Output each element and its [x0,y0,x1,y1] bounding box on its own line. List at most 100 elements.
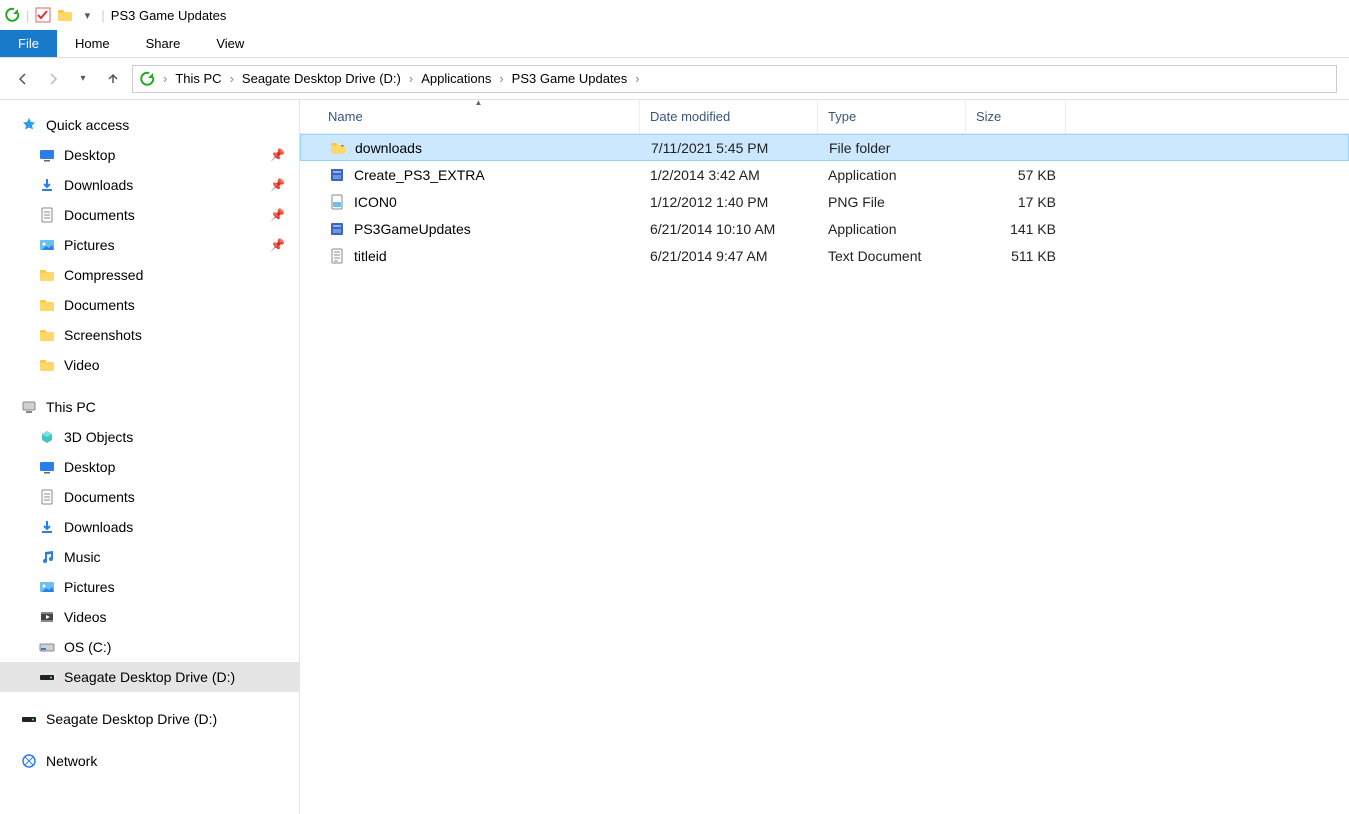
video-icon [38,608,56,626]
tree-label: Downloads [64,519,133,535]
tree-seagate-drive[interactable]: Seagate Desktop Drive (D:) [0,704,299,734]
recent-dropdown-icon[interactable]: ▾ [72,68,94,90]
navigation-bar: ▾ › This PC › Seagate Desktop Drive (D:)… [0,58,1349,100]
column-name[interactable]: ▲ Name [318,100,640,133]
network-icon [20,752,38,770]
column-date[interactable]: Date modified [640,100,818,133]
file-type: Application [818,221,966,237]
file-size: 511 KB [966,248,1066,264]
file-row[interactable]: Create_PS3_EXTRA1/2/2014 3:42 AMApplicat… [300,161,1349,188]
up-button[interactable] [102,68,124,90]
file-type: PNG File [818,194,966,210]
back-button[interactable] [12,68,34,90]
download-icon [38,518,56,536]
qat-folder-icon[interactable] [57,7,73,23]
chevron-right-icon[interactable]: › [159,71,171,86]
file-size: 141 KB [966,221,1066,237]
tree-item[interactable]: Screenshots [0,320,299,350]
chevron-right-icon[interactable]: › [631,71,643,86]
column-headers: ▲ Name Date modified Type Size [300,100,1349,134]
tree-item[interactable]: 3D Objects [0,422,299,452]
forward-button[interactable] [42,68,64,90]
tree-item[interactable]: Documents [0,482,299,512]
chevron-right-icon[interactable]: › [226,71,238,86]
breadcrumb-segment[interactable]: This PC [175,71,221,86]
pin-icon: 📌 [270,238,285,252]
app-icon [328,166,346,184]
file-row[interactable]: downloads7/11/2021 5:45 PMFile folder [300,134,1349,161]
file-row[interactable]: ICON01/12/2012 1:40 PMPNG File17 KB [300,188,1349,215]
column-type[interactable]: Type [818,100,966,133]
tree-label: Seagate Desktop Drive (D:) [46,711,217,727]
tab-home[interactable]: Home [57,30,128,57]
tab-share[interactable]: Share [128,30,199,57]
download-icon [38,176,56,194]
pictures-icon [38,236,56,254]
file-row[interactable]: PS3GameUpdates6/21/2014 10:10 AMApplicat… [300,215,1349,242]
folder-dl-icon [329,139,347,157]
file-size: 17 KB [966,194,1066,210]
tree-label: Pictures [64,579,115,595]
file-name: titleid [354,248,387,264]
tree-label: Documents [64,297,135,313]
pin-icon: 📌 [270,148,285,162]
tree-label: 3D Objects [64,429,133,445]
tree-label: Documents [64,489,135,505]
tab-view[interactable]: View [198,30,262,57]
tree-item[interactable]: Pictures [0,572,299,602]
chevron-right-icon[interactable]: › [495,71,507,86]
tree-item[interactable]: Seagate Desktop Drive (D:) [0,662,299,692]
tree-item[interactable]: Music [0,542,299,572]
tree-label: Seagate Desktop Drive (D:) [64,669,235,685]
tree-item[interactable]: Compressed [0,260,299,290]
hdd-icon [38,668,56,686]
tree-item[interactable]: OS (C:) [0,632,299,662]
tree-item[interactable]: Videos [0,602,299,632]
location-icon [139,71,155,87]
folder-icon [38,326,56,344]
tree-item[interactable]: Downloads📌 [0,170,299,200]
breadcrumb-segment[interactable]: Seagate Desktop Drive (D:) [242,71,401,86]
tree-item[interactable]: Desktop [0,452,299,482]
pin-icon: 📌 [270,208,285,222]
tree-network[interactable]: Network [0,746,299,776]
file-name: downloads [355,140,422,156]
file-type: Application [818,167,966,183]
breadcrumb-segment[interactable]: PS3 Game Updates [512,71,628,86]
qat-dropdown-icon[interactable]: ▾ [79,7,95,23]
title-bar: | ▾ | PS3 Game Updates [0,0,1349,30]
drive-icon [38,638,56,656]
tab-file[interactable]: File [0,30,57,57]
tree-item[interactable]: Video [0,350,299,380]
column-size[interactable]: Size [966,100,1066,133]
tree-quick-access[interactable]: Quick access [0,110,299,140]
file-row[interactable]: titleid6/21/2014 9:47 AMText Document511… [300,242,1349,269]
file-size: 57 KB [966,167,1066,183]
tree-item[interactable]: Pictures📌 [0,230,299,260]
chevron-right-icon[interactable]: › [405,71,417,86]
file-name: ICON0 [354,194,397,210]
star-icon [20,116,38,134]
hdd-icon [20,710,38,728]
desktop-icon [38,146,56,164]
file-date: 6/21/2014 9:47 AM [640,248,818,264]
file-date: 1/2/2014 3:42 AM [640,167,818,183]
tree-item[interactable]: Downloads [0,512,299,542]
file-date: 7/11/2021 5:45 PM [641,140,819,156]
tree-label: Compressed [64,267,143,283]
tree-label: OS (C:) [64,639,111,655]
tree-label: Videos [64,609,107,625]
address-bar[interactable]: › This PC › Seagate Desktop Drive (D:) ›… [132,65,1337,93]
tree-label: Video [64,357,100,373]
qat-checkbox-icon[interactable] [35,7,51,23]
window-title: PS3 Game Updates [111,8,227,23]
ribbon-tabs: File Home Share View [0,30,1349,58]
txt-icon [328,247,346,265]
tree-this-pc[interactable]: This PC [0,392,299,422]
tree-item[interactable]: Documents 📌 [0,200,299,230]
breadcrumb-segment[interactable]: Applications [421,71,491,86]
tree-item[interactable]: Documents [0,290,299,320]
tree-item[interactable]: Desktop📌 [0,140,299,170]
tree-label: Documents [64,207,135,223]
file-date: 6/21/2014 10:10 AM [640,221,818,237]
